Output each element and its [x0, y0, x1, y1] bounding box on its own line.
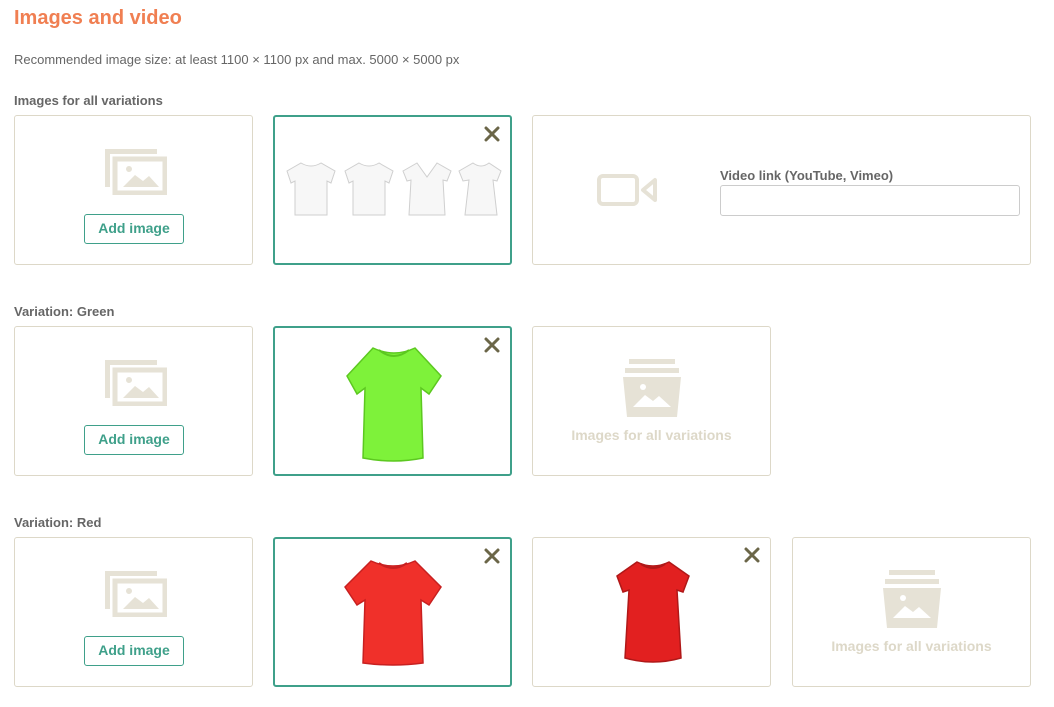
add-image-tile-all: Add image — [14, 115, 253, 265]
video-tile: Video link (YouTube, Vimeo) — [532, 115, 1031, 265]
video-link-label: Video link (YouTube, Vimeo) — [720, 168, 894, 183]
stack-images-icon — [883, 570, 941, 628]
size-hint: Recommended image size: at least 1100 × … — [14, 52, 460, 67]
tshirt-image — [286, 162, 502, 216]
add-image-tile-red: Add image — [14, 537, 253, 687]
tshirt-image — [346, 347, 442, 462]
section-label-all: Images for all variations — [14, 93, 163, 108]
add-image-button[interactable]: Add image — [84, 636, 184, 666]
inherited-label: Images for all variations — [571, 427, 732, 443]
add-image-button[interactable]: Add image — [84, 425, 184, 455]
stack-images-icon — [623, 359, 681, 417]
inherited-tile-red: Images for all variations — [792, 537, 1031, 687]
image-tile-all-1[interactable] — [273, 115, 512, 265]
tshirt-image — [344, 560, 442, 666]
video-link-input[interactable] — [720, 185, 1020, 216]
inherited-label: Images for all variations — [831, 638, 992, 654]
image-placeholder-icon — [105, 149, 167, 195]
section-label-green: Variation: Green — [14, 304, 115, 319]
tshirt-image — [616, 561, 690, 663]
close-icon[interactable] — [483, 125, 501, 143]
close-icon[interactable] — [743, 546, 761, 564]
close-icon[interactable] — [483, 336, 501, 354]
image-tile-red-2[interactable] — [532, 537, 771, 687]
section-label-red: Variation: Red — [14, 515, 102, 530]
video-icon — [597, 174, 657, 206]
image-placeholder-icon — [105, 360, 167, 406]
image-tile-green-1[interactable] — [273, 326, 512, 476]
page-title: Images and video — [14, 7, 182, 29]
image-placeholder-icon — [105, 571, 167, 617]
close-icon[interactable] — [483, 547, 501, 565]
inherited-tile-green: Images for all variations — [532, 326, 771, 476]
add-image-button[interactable]: Add image — [84, 214, 184, 244]
image-tile-red-1[interactable] — [273, 537, 512, 687]
add-image-tile-green: Add image — [14, 326, 253, 476]
